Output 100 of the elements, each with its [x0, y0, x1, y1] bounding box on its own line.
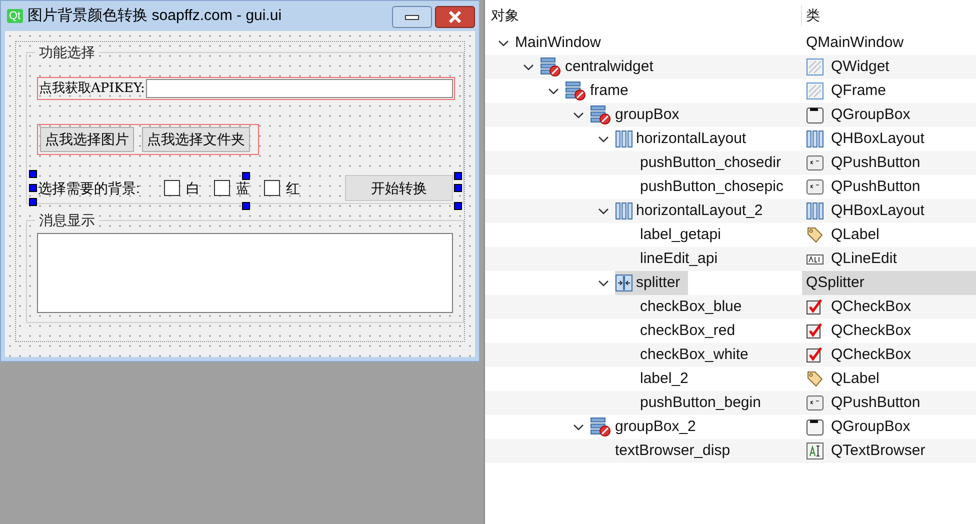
selection-handle[interactable]: [455, 203, 461, 209]
tree-row[interactable]: pushButton_chosedir QPushButton: [485, 151, 976, 175]
checkbox[interactable]: [164, 180, 180, 196]
object-name: groupBox: [615, 104, 680, 125]
chevron-icon[interactable]: [573, 112, 584, 118]
chevron-icon[interactable]: [573, 424, 584, 430]
checkbox-icon: [806, 346, 824, 364]
close-button[interactable]: [435, 6, 475, 28]
push-button[interactable]: 点我选择文件夹: [142, 127, 250, 152]
checkbox-icon: [806, 322, 824, 340]
object-name: lineEdit_api: [640, 248, 718, 269]
object-name: groupBox_2: [615, 416, 696, 437]
ok-button-icon: [806, 178, 824, 196]
column-header: 对象: [485, 5, 802, 26]
object-name: horizontalLayout_2: [636, 200, 763, 221]
checkbox[interactable]: [264, 180, 280, 196]
object-name: frame: [590, 80, 628, 101]
groupbox-icon: [806, 418, 824, 436]
layout-icon: [806, 130, 824, 148]
object-name: textBrowser_disp: [615, 440, 730, 461]
tree-row[interactable]: horizontalLayout_2 QHBoxLayout: [485, 199, 976, 223]
group-title: 消息显示: [35, 211, 99, 229]
tree-row[interactable]: centralwidget QWidget: [485, 55, 976, 79]
object-name: checkBox_blue: [640, 296, 742, 317]
class-name: QLabel: [831, 368, 880, 389]
chevron-icon[interactable]: [523, 64, 534, 70]
selection-handle[interactable]: [30, 199, 36, 205]
text-browser[interactable]: [37, 233, 453, 313]
object-name: splitter: [636, 272, 680, 293]
class-name: QHBoxLayout: [831, 200, 924, 221]
tag-icon: [806, 370, 824, 388]
object-name: pushButton_chosedir: [640, 152, 781, 173]
ok-button-icon: [806, 394, 824, 412]
class-name: QLineEdit: [831, 248, 897, 269]
layout-icon: [806, 202, 824, 220]
tree-row[interactable]: checkBox_white QCheckBox: [485, 343, 976, 367]
widget-stack-icon: [590, 417, 612, 437]
chevron-icon[interactable]: [598, 136, 609, 142]
class-name: QCheckBox: [831, 296, 912, 317]
api-input-field[interactable]: [146, 79, 453, 98]
class-name: QPushButton: [831, 392, 920, 413]
object-name: pushButton_chosepic: [640, 176, 784, 197]
tree-row[interactable]: lineEdit_api QLineEdit: [485, 247, 976, 271]
checkbox-icon: [806, 298, 824, 316]
hatched-square-icon: [806, 82, 824, 100]
layout-icon: [615, 130, 633, 148]
class-name: QTextBrowser: [831, 440, 926, 461]
tree-row[interactable]: pushButton_begin QPushButton: [485, 391, 976, 415]
selection-handle[interactable]: [243, 203, 249, 209]
text-browser-icon: [806, 442, 824, 460]
tag-icon: [806, 226, 824, 244]
checkbox-label: 白: [186, 178, 200, 198]
chevron-icon[interactable]: [598, 208, 609, 214]
chevron-icon[interactable]: [598, 280, 609, 286]
widget-stack-icon: [590, 105, 612, 125]
checkbox-label: 蓝: [236, 178, 250, 198]
tree-row[interactable]: groupBox QGroupBox: [485, 103, 976, 127]
tree-row[interactable]: checkBox_blue QCheckBox: [485, 295, 976, 319]
object-name: checkBox_red: [640, 320, 736, 341]
selection-handle[interactable]: [30, 185, 36, 191]
class-name: QMainWindow: [806, 32, 904, 53]
class-name: QSplitter: [806, 272, 864, 293]
group-title: 功能选择: [35, 43, 99, 61]
class-name: QPushButton: [831, 152, 920, 173]
close-icon: [448, 11, 462, 23]
class-name: QPushButton: [831, 176, 920, 197]
object-name: horizontalLayout: [636, 128, 746, 149]
window-title: 图片背景颜色转换 soapffz.com - gui.ui: [28, 6, 282, 26]
class-name: QGroupBox: [831, 416, 910, 437]
object-name: pushButton_begin: [640, 392, 761, 413]
ok-button-icon: [806, 154, 824, 172]
object-name: label_2: [640, 368, 688, 389]
background-label: 选择需要的背景:: [38, 178, 140, 198]
class-name: QGroupBox: [831, 104, 910, 125]
class-name: QWidget: [831, 56, 890, 77]
push-button[interactable]: 点我选择图片: [40, 127, 134, 152]
start-button[interactable]: 开始转换: [345, 175, 453, 201]
selection-handle[interactable]: [243, 173, 249, 179]
object-name: MainWindow: [515, 32, 601, 53]
class-name: QFrame: [831, 80, 886, 101]
column-header: 类: [805, 6, 820, 25]
class-name: QCheckBox: [831, 344, 912, 365]
class-name: QCheckBox: [831, 320, 912, 341]
groupbox-icon: [806, 106, 824, 124]
widget-stack-icon: [565, 81, 587, 101]
chevron-icon[interactable]: [548, 88, 559, 94]
tree-row[interactable]: textBrowser_disp QTextBrowser: [485, 439, 976, 463]
widget-stack-icon: [540, 57, 562, 77]
class-name: QHBoxLayout: [831, 128, 924, 149]
checkbox[interactable]: [214, 180, 230, 196]
qt-logo: Qt: [7, 9, 23, 23]
object-name: label_getapi: [640, 224, 721, 245]
api-label: 点我获取APIKEY:: [38, 80, 146, 98]
object-name: checkBox_white: [640, 344, 748, 365]
selection-handle[interactable]: [30, 171, 36, 177]
chevron-icon[interactable]: [498, 40, 509, 46]
splitter-icon: [615, 274, 633, 292]
hatched-square-icon: [806, 58, 824, 76]
minimize-button[interactable]: [392, 6, 432, 28]
minimize-icon: [405, 14, 419, 20]
